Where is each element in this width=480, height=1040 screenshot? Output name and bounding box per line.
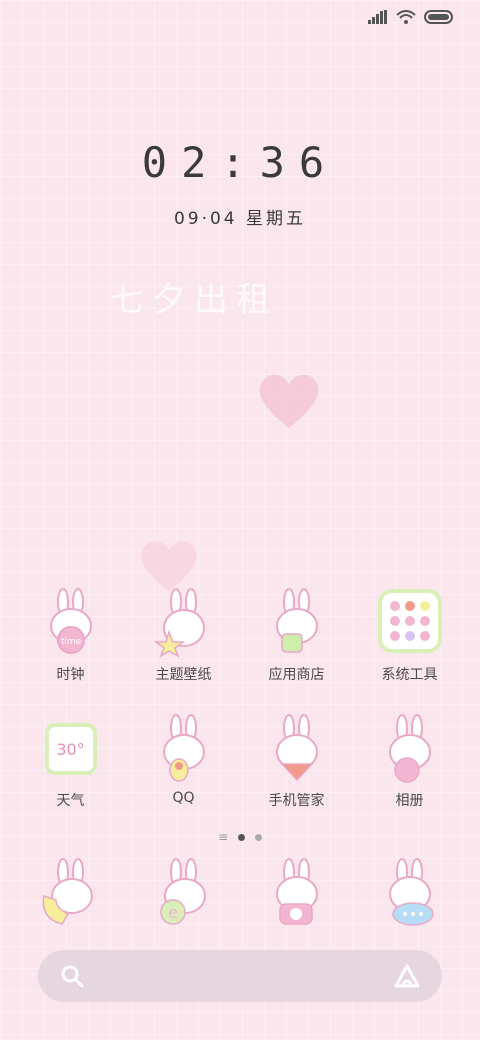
dock-browser[interactable]: e xyxy=(134,858,234,928)
clock-bunny-icon: time xyxy=(49,588,92,654)
app-store[interactable]: 应用商店 xyxy=(247,588,347,684)
messages-bunny-icon xyxy=(388,858,434,926)
date-label: 09·04 星期五 xyxy=(173,209,307,229)
app-security[interactable]: 手机管家 xyxy=(247,714,347,810)
app-qq[interactable]: QQ xyxy=(134,714,234,810)
app-theme[interactable]: 主题壁纸 xyxy=(134,588,234,684)
app-weather[interactable]: 30° 天气 xyxy=(21,714,121,810)
page-indicator[interactable]: ≡ xyxy=(0,830,480,844)
wifi-icon xyxy=(396,10,416,24)
store-bunny-icon xyxy=(275,588,318,653)
wallpaper-watermark: 七夕出租 xyxy=(110,280,278,320)
theme-bunny-icon xyxy=(153,588,205,658)
security-bunny-icon xyxy=(275,714,318,782)
signal-icon xyxy=(368,10,387,24)
phone-bunny-icon xyxy=(42,858,93,925)
gallery-bunny-icon xyxy=(388,714,431,783)
lockscreen-clock: 02:36 xyxy=(141,138,339,187)
app-label: 相册 xyxy=(395,793,424,809)
dock-messages[interactable] xyxy=(360,858,460,928)
dock-camera[interactable] xyxy=(247,858,347,928)
heart-decoration xyxy=(141,541,197,592)
svg-text:time: time xyxy=(60,637,81,647)
status-bar xyxy=(368,10,454,24)
app-row-1: time 时钟 主题壁纸 应用商店 系统工具 xyxy=(0,588,480,684)
menu-lines-icon: ≡ xyxy=(217,830,229,844)
app-label: 时钟 xyxy=(56,667,85,683)
heart-decoration xyxy=(259,374,319,428)
battery-icon xyxy=(424,10,453,24)
page-dot xyxy=(255,833,263,841)
app-system-tools[interactable]: 系统工具 xyxy=(360,588,460,684)
camera-bunny-icon xyxy=(275,858,318,925)
dock: e xyxy=(0,858,480,928)
assistant-icon[interactable] xyxy=(392,962,422,990)
search-icon xyxy=(61,965,84,988)
app-label: 手机管家 xyxy=(268,793,325,809)
svg-text:e: e xyxy=(168,903,178,922)
app-label: 天气 xyxy=(56,793,85,809)
folder-icon xyxy=(377,589,442,653)
browser-bunny-icon: e xyxy=(159,858,206,925)
app-gallery[interactable]: 相册 xyxy=(360,714,460,810)
app-label: QQ xyxy=(172,790,195,806)
app-label: 应用商店 xyxy=(268,667,325,683)
weather-temperature: 30° xyxy=(44,723,97,775)
app-label: 主题壁纸 xyxy=(155,667,212,683)
qq-bunny-icon xyxy=(162,714,205,782)
dock-phone[interactable] xyxy=(21,858,121,928)
app-clock[interactable]: time 时钟 xyxy=(21,588,121,684)
search-bar[interactable] xyxy=(38,950,442,1002)
app-row-2: 30° 天气 QQ 手机管家 相册 xyxy=(0,714,480,810)
weather-icon: 30° xyxy=(38,714,104,784)
page-dot-active xyxy=(238,833,246,841)
app-label: 系统工具 xyxy=(381,667,438,683)
